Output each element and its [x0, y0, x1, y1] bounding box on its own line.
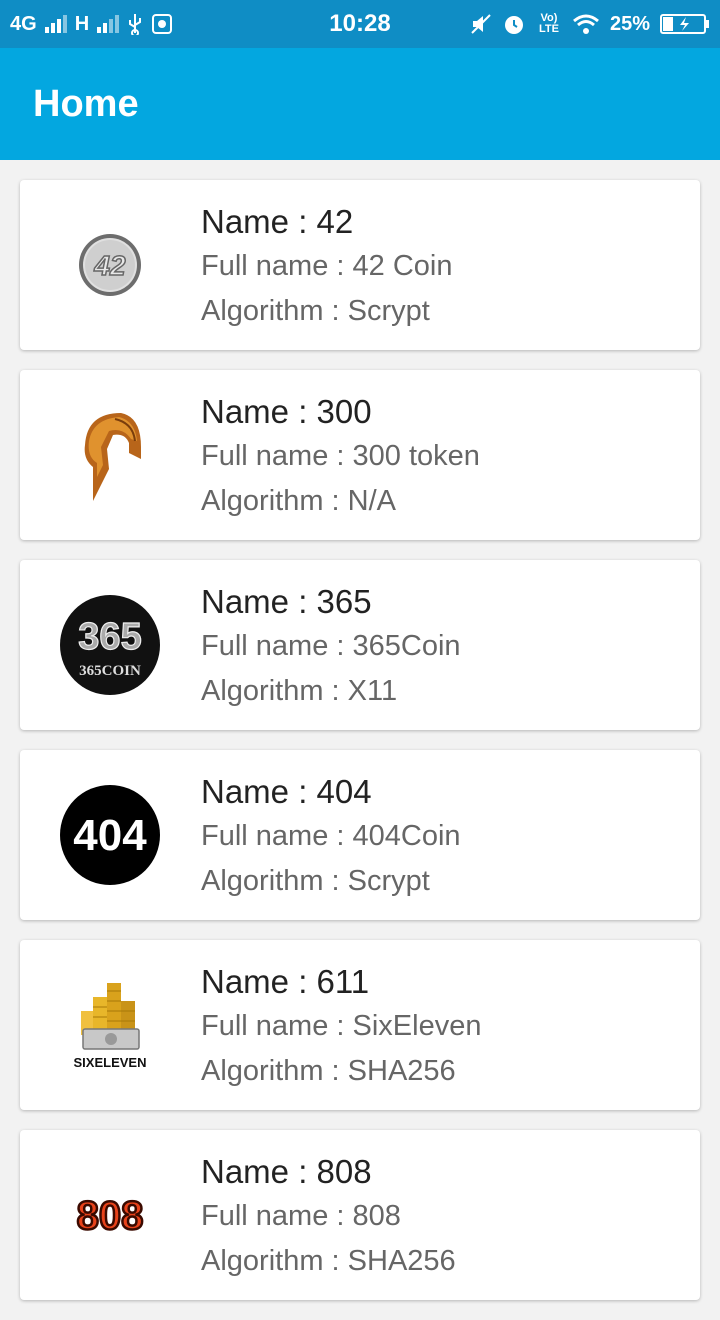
coin-full-name: Full name : 42 Coin [201, 250, 453, 282]
coin-card[interactable]: 365 365COIN Name : 365 Full name : 365Co… [20, 560, 700, 730]
volte-indicator: Vo) LTE [538, 12, 559, 35]
coin-name: Name : 611 [201, 963, 370, 1000]
coin-name: Name : 404 [201, 773, 372, 810]
network-type-h: H [74, 12, 90, 35]
sixeleven-logo-icon: SIXELEVEN [60, 975, 160, 1075]
status-bar-right: Vo) LTE 25% [470, 12, 710, 36]
alarm-clock-icon [504, 16, 523, 34]
coin-name: Name : 808 [201, 1153, 372, 1190]
coin-full-name: Full name : SixEleven [201, 1010, 482, 1042]
status-bar: 4G H 10:28 Vo) LTE 25% [0, 0, 720, 48]
svg-text:808: 808 [77, 1194, 144, 1238]
coin-info: Name : 42 Full name : 42 Coin Algorithm … [201, 200, 452, 334]
coin-full-name: Full name : 404Coin [201, 820, 461, 852]
app-bar: Home [0, 48, 720, 160]
coin-algorithm: Algorithm : X11 [201, 675, 398, 707]
coin-algorithm: Algorithm : SHA256 [201, 1245, 456, 1277]
coin-algorithm: Algorithm : Scrypt [201, 865, 430, 897]
battery-charging-icon [660, 14, 709, 34]
svg-text:42: 42 [93, 250, 126, 281]
coin-full-name: Full name : 365Coin [201, 630, 461, 662]
coin-info: Name : 611 Full name : SixEleven Algorit… [201, 960, 481, 1094]
coin-name: Name : 42 [201, 203, 354, 240]
battery-percentage: 25% [609, 12, 650, 35]
signal-strength-icon [44, 15, 67, 33]
coin-algorithm: Algorithm : Scrypt [201, 295, 430, 327]
coin-name: Name : 300 [201, 393, 372, 430]
coin-algorithm: Algorithm : SHA256 [201, 1055, 456, 1087]
coin-info: Name : 808 Full name : 808 Algorithm : S… [201, 1150, 456, 1284]
coin-card[interactable]: 404 Name : 404 Full name : 404Coin Algor… [20, 750, 700, 920]
wifi-icon [573, 14, 599, 34]
spartan-helmet-logo-icon [60, 405, 160, 505]
coin-full-name: Full name : 808 [201, 1200, 401, 1232]
coin-algorithm: Algorithm : N/A [201, 485, 396, 517]
coin-name: Name : 365 [201, 583, 372, 620]
coin-info: Name : 404 Full name : 404Coin Algorithm… [201, 770, 461, 904]
signal-strength-2-icon [97, 15, 120, 33]
svg-text:404: 404 [73, 811, 147, 860]
usb-icon [129, 14, 142, 35]
svg-text:365: 365 [78, 616, 141, 658]
coin-list[interactable]: 42 Name : 42 Full name : 42 Coin Algorit… [20, 180, 700, 1320]
status-bar-left: 4G H [10, 13, 310, 36]
coin-card[interactable]: SIXELEVEN Name : 611 Full name : SixElev… [20, 940, 700, 1110]
app-notification-icon [152, 14, 173, 34]
808-logo-icon: 808 [60, 1165, 160, 1265]
coin-card[interactable]: 42 Name : 42 Full name : 42 Coin Algorit… [20, 180, 700, 350]
coin-card[interactable]: Name : 300 Full name : 300 token Algorit… [20, 370, 700, 540]
42-coin-logo-icon: 42 [60, 215, 160, 315]
page-title: Home [33, 82, 139, 125]
mute-icon [471, 14, 491, 34]
svg-text:365COIN: 365COIN [79, 663, 141, 679]
coin-card[interactable]: 808 Name : 808 Full name : 808 Algorithm… [20, 1130, 700, 1300]
coin-full-name: Full name : 300 token [201, 440, 480, 472]
365coin-logo-icon: 365 365COIN [60, 595, 160, 695]
coin-info: Name : 365 Full name : 365Coin Algorithm… [201, 580, 461, 714]
404coin-logo-icon: 404 [60, 785, 160, 885]
network-type-4g: 4G [10, 12, 37, 35]
coin-info: Name : 300 Full name : 300 token Algorit… [201, 390, 480, 524]
svg-text:SIXELEVEN: SIXELEVEN [74, 1055, 147, 1070]
